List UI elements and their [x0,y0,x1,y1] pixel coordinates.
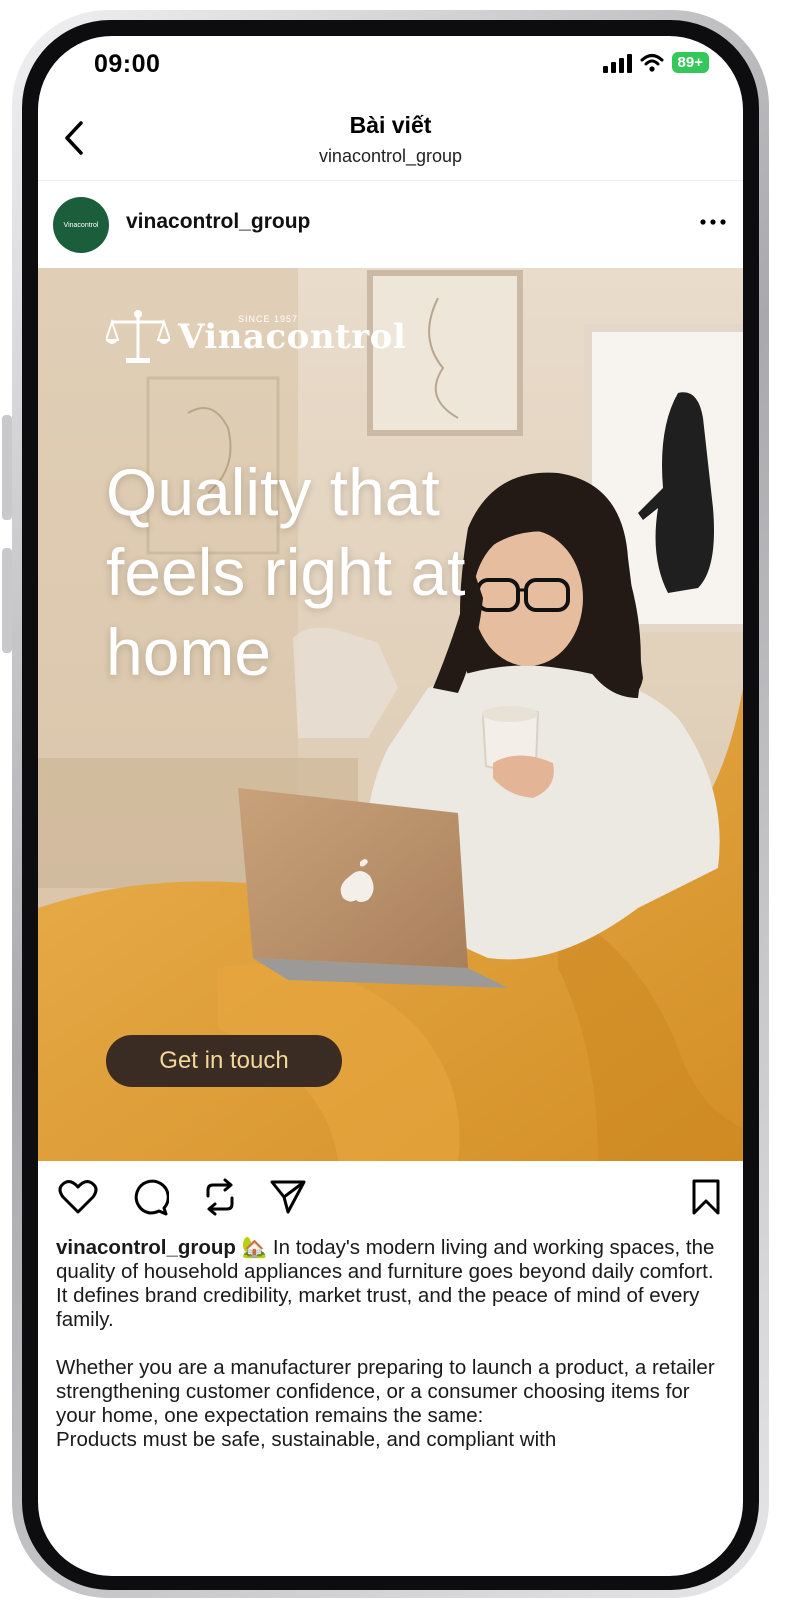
brand-name: Vinacontrol [178,317,407,357]
post-actions [38,1161,743,1229]
repost-button[interactable] [200,1177,240,1217]
page-subtitle: vinacontrol_group [318,146,463,166]
wifi-icon [640,53,664,72]
share-icon [270,1180,306,1214]
caption-paragraph-1: vinacontrol_group 🏡 In today's modern li… [56,1236,732,1284]
post-image[interactable]: Vinacontrol SINCE 1957 Quality that feel… [38,268,743,1161]
status-time: 09:00 [94,50,161,78]
image-headline: Quality that feels right at home [106,455,466,689]
signal-icon [602,53,632,73]
scales-of-justice-icon [106,310,170,363]
like-button[interactable] [58,1177,98,1217]
header-divider [38,180,743,181]
volume-down-button[interactable] [2,548,12,653]
caption-line-3: Whether you are a manufacturer preparing… [56,1356,715,1427]
comment-button[interactable] [130,1177,170,1217]
caption-line-2: It defines brand credibility, market tru… [56,1284,700,1331]
status-icons: 89+ [602,52,709,73]
avatar-logo-text: Vinacontrol [63,221,99,229]
repost-icon [206,1178,234,1216]
caption-username[interactable]: vinacontrol_group [56,1236,236,1259]
battery-indicator: 89+ [671,52,709,73]
house-emoji: 🏡 [241,1236,268,1259]
bookmark-button[interactable] [686,1177,726,1217]
post-username[interactable]: vinacontrol_group [126,210,310,234]
post-caption: vinacontrol_group 🏡 In today's modern li… [56,1236,732,1452]
get-in-touch-button[interactable]: Get in touch [106,1035,342,1087]
comment-icon [134,1179,169,1216]
volume-up-button[interactable] [2,415,12,520]
more-options-button[interactable] [693,202,733,242]
page-title: Bài viết [349,112,432,138]
avatar[interactable]: Vinacontrol [53,197,109,253]
phone-screen: 09:00 89+ Bài viết vinacontrol_group Vin… [38,36,743,1576]
share-button[interactable] [268,1177,308,1217]
more-horizontal-icon [700,219,726,225]
caption-line-4: Products must be safe, sustainable, and … [56,1428,557,1451]
post-photo [38,268,743,1161]
bookmark-icon [692,1179,720,1215]
heart-icon [58,1180,98,1214]
brand-since: SINCE 1957 [238,314,299,324]
